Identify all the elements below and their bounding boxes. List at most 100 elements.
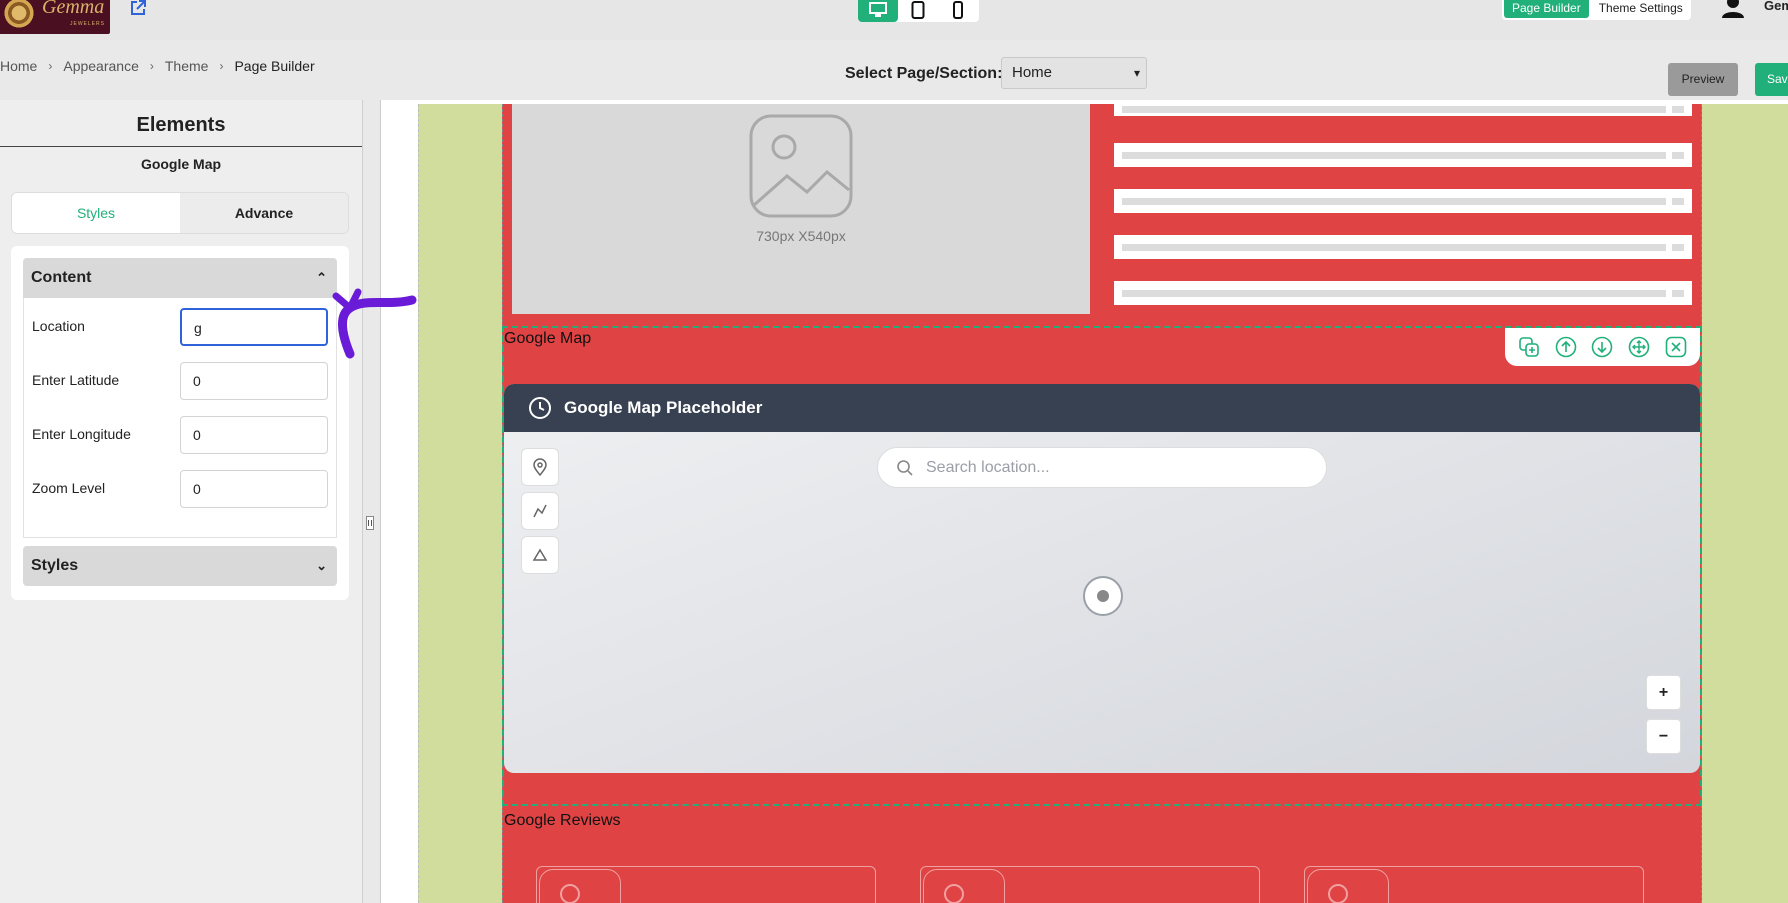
logo-sub-text: JEWELERS xyxy=(70,21,105,27)
list-item[interactable] xyxy=(1114,235,1692,259)
panel-tabs: Styles Advance xyxy=(11,192,349,234)
panel-title: Elements xyxy=(136,114,226,136)
select-page-label: Select Page/Section: xyxy=(845,65,1003,82)
content-accordion-header[interactable]: Content ⌃ xyxy=(23,258,337,298)
zoom-out-button[interactable]: − xyxy=(1646,719,1681,754)
list-item-dot xyxy=(1672,244,1684,251)
panel-element-name: Google Map xyxy=(140,156,222,172)
search-icon xyxy=(897,459,913,476)
review-card[interactable] xyxy=(1304,866,1644,903)
annotation-arrow-icon xyxy=(332,288,417,359)
close-icon[interactable] xyxy=(1665,336,1687,358)
avatar-circle xyxy=(560,884,580,903)
settings-card: Content ⌃ Location g Enter Latitude 0 En… xyxy=(11,246,349,600)
image-size-label: 730px X540px xyxy=(756,228,846,244)
user-icon[interactable] xyxy=(1720,0,1746,18)
location-marker[interactable] xyxy=(1083,576,1123,616)
chevron-right-icon: › xyxy=(149,59,154,73)
image-placeholder[interactable] xyxy=(512,104,1090,314)
map-pin-icon xyxy=(533,458,547,476)
map-title: Google Map Placeholder xyxy=(564,398,763,417)
desktop-view-button[interactable] xyxy=(858,0,898,22)
styles-accordion-header[interactable]: Styles ⌄ xyxy=(23,546,337,586)
marker-tool-button[interactable] xyxy=(521,448,559,486)
top-tabs: Page Builder Theme Settings xyxy=(1502,0,1691,20)
external-link-icon[interactable] xyxy=(128,0,148,18)
list-item-dot xyxy=(1672,106,1684,113)
list-item[interactable] xyxy=(1114,281,1692,305)
styles-accordion: Styles ⌄ xyxy=(23,546,337,586)
section-toolbar xyxy=(1505,328,1700,366)
panel-resize-handle[interactable] xyxy=(366,516,374,530)
longitude-input[interactable]: 0 xyxy=(180,416,328,454)
page-select-value: Home xyxy=(1012,64,1053,81)
avatar-circle xyxy=(1328,884,1348,903)
zoom-level-label: Zoom Level xyxy=(32,480,106,496)
zoom-in-button[interactable]: + xyxy=(1646,675,1681,710)
tablet-icon xyxy=(911,1,925,19)
polygon-tool-button[interactable] xyxy=(521,536,559,574)
review-card[interactable] xyxy=(920,866,1260,903)
user-name[interactable]: Gem xyxy=(1764,0,1788,13)
device-switcher xyxy=(858,0,979,22)
avatar-circle xyxy=(944,884,964,903)
breadcrumb-theme[interactable]: Theme xyxy=(165,58,209,74)
clock-icon xyxy=(529,397,551,419)
list-item-dot xyxy=(1672,290,1684,297)
tablet-view-button[interactable] xyxy=(898,0,938,22)
brand-logo[interactable]: Gemma JEWELERS xyxy=(0,0,110,34)
list-item[interactable] xyxy=(1114,143,1692,167)
avatar xyxy=(539,869,621,903)
content-accordion-body: Location g Enter Latitude 0 Enter Longit… xyxy=(23,298,337,538)
styles-accordion-title: Styles xyxy=(31,557,79,574)
breadcrumb: Home › Appearance › Theme › Page Builder xyxy=(0,58,315,74)
list-item-line xyxy=(1122,244,1666,251)
map-search-input[interactable]: Search location... xyxy=(877,447,1327,488)
line-tool-button[interactable] xyxy=(521,492,559,530)
elements-panel: Elements Google Map Styles Advance Conte… xyxy=(0,100,363,903)
map-section-label: Google Map xyxy=(504,330,592,347)
triangle-icon xyxy=(532,548,548,561)
list-item[interactable] xyxy=(1114,102,1692,116)
content-accordion-title: Content xyxy=(31,269,92,286)
move-down-icon[interactable] xyxy=(1591,336,1613,358)
list-item-line xyxy=(1122,106,1666,113)
mobile-view-button[interactable] xyxy=(938,0,978,22)
avatar xyxy=(923,869,1005,903)
preview-button[interactable]: Preview xyxy=(1668,63,1738,96)
tab-theme-settings[interactable]: Theme Settings xyxy=(1591,0,1691,20)
breadcrumb-home[interactable]: Home xyxy=(0,58,37,74)
logo-brand-text: Gemma xyxy=(42,0,105,18)
tab-page-builder[interactable]: Page Builder xyxy=(1504,0,1589,18)
map-header: Google Map Placeholder xyxy=(504,384,1700,432)
tab-styles[interactable]: Styles xyxy=(12,193,180,233)
review-card[interactable] xyxy=(536,866,876,903)
move-up-icon[interactable] xyxy=(1555,336,1577,358)
chevron-right-icon: › xyxy=(219,59,224,73)
drag-move-icon[interactable] xyxy=(1628,336,1650,358)
list-item-dot xyxy=(1672,198,1684,205)
image-icon xyxy=(749,114,853,218)
duplicate-icon[interactable] xyxy=(1518,336,1540,358)
list-item[interactable] xyxy=(1114,189,1692,213)
chevron-up-icon: ⌃ xyxy=(316,270,327,285)
polyline-icon xyxy=(533,504,547,518)
list-item-line xyxy=(1122,198,1666,205)
list-item-line xyxy=(1122,152,1666,159)
top-bar: Gemma JEWELERS Page Builder Theme Settin… xyxy=(0,0,1788,40)
location-input[interactable]: g xyxy=(180,308,328,346)
logo-emblem xyxy=(2,0,36,30)
location-label: Location xyxy=(32,318,85,334)
desktop-icon xyxy=(869,2,887,17)
zoom-level-input[interactable]: 0 xyxy=(180,470,328,508)
mobile-icon xyxy=(953,1,963,19)
save-button[interactable]: Sav xyxy=(1755,63,1788,96)
breadcrumb-page-builder: Page Builder xyxy=(234,58,315,74)
list-item-dot xyxy=(1672,152,1684,159)
chevron-down-icon: ⌄ xyxy=(316,558,327,573)
chevron-right-icon: › xyxy=(48,59,53,73)
tab-advance[interactable]: Advance xyxy=(180,193,348,233)
page-section-select[interactable]: Home ▾ xyxy=(1001,57,1147,89)
latitude-input[interactable]: 0 xyxy=(180,362,328,400)
breadcrumb-appearance[interactable]: Appearance xyxy=(63,58,139,74)
